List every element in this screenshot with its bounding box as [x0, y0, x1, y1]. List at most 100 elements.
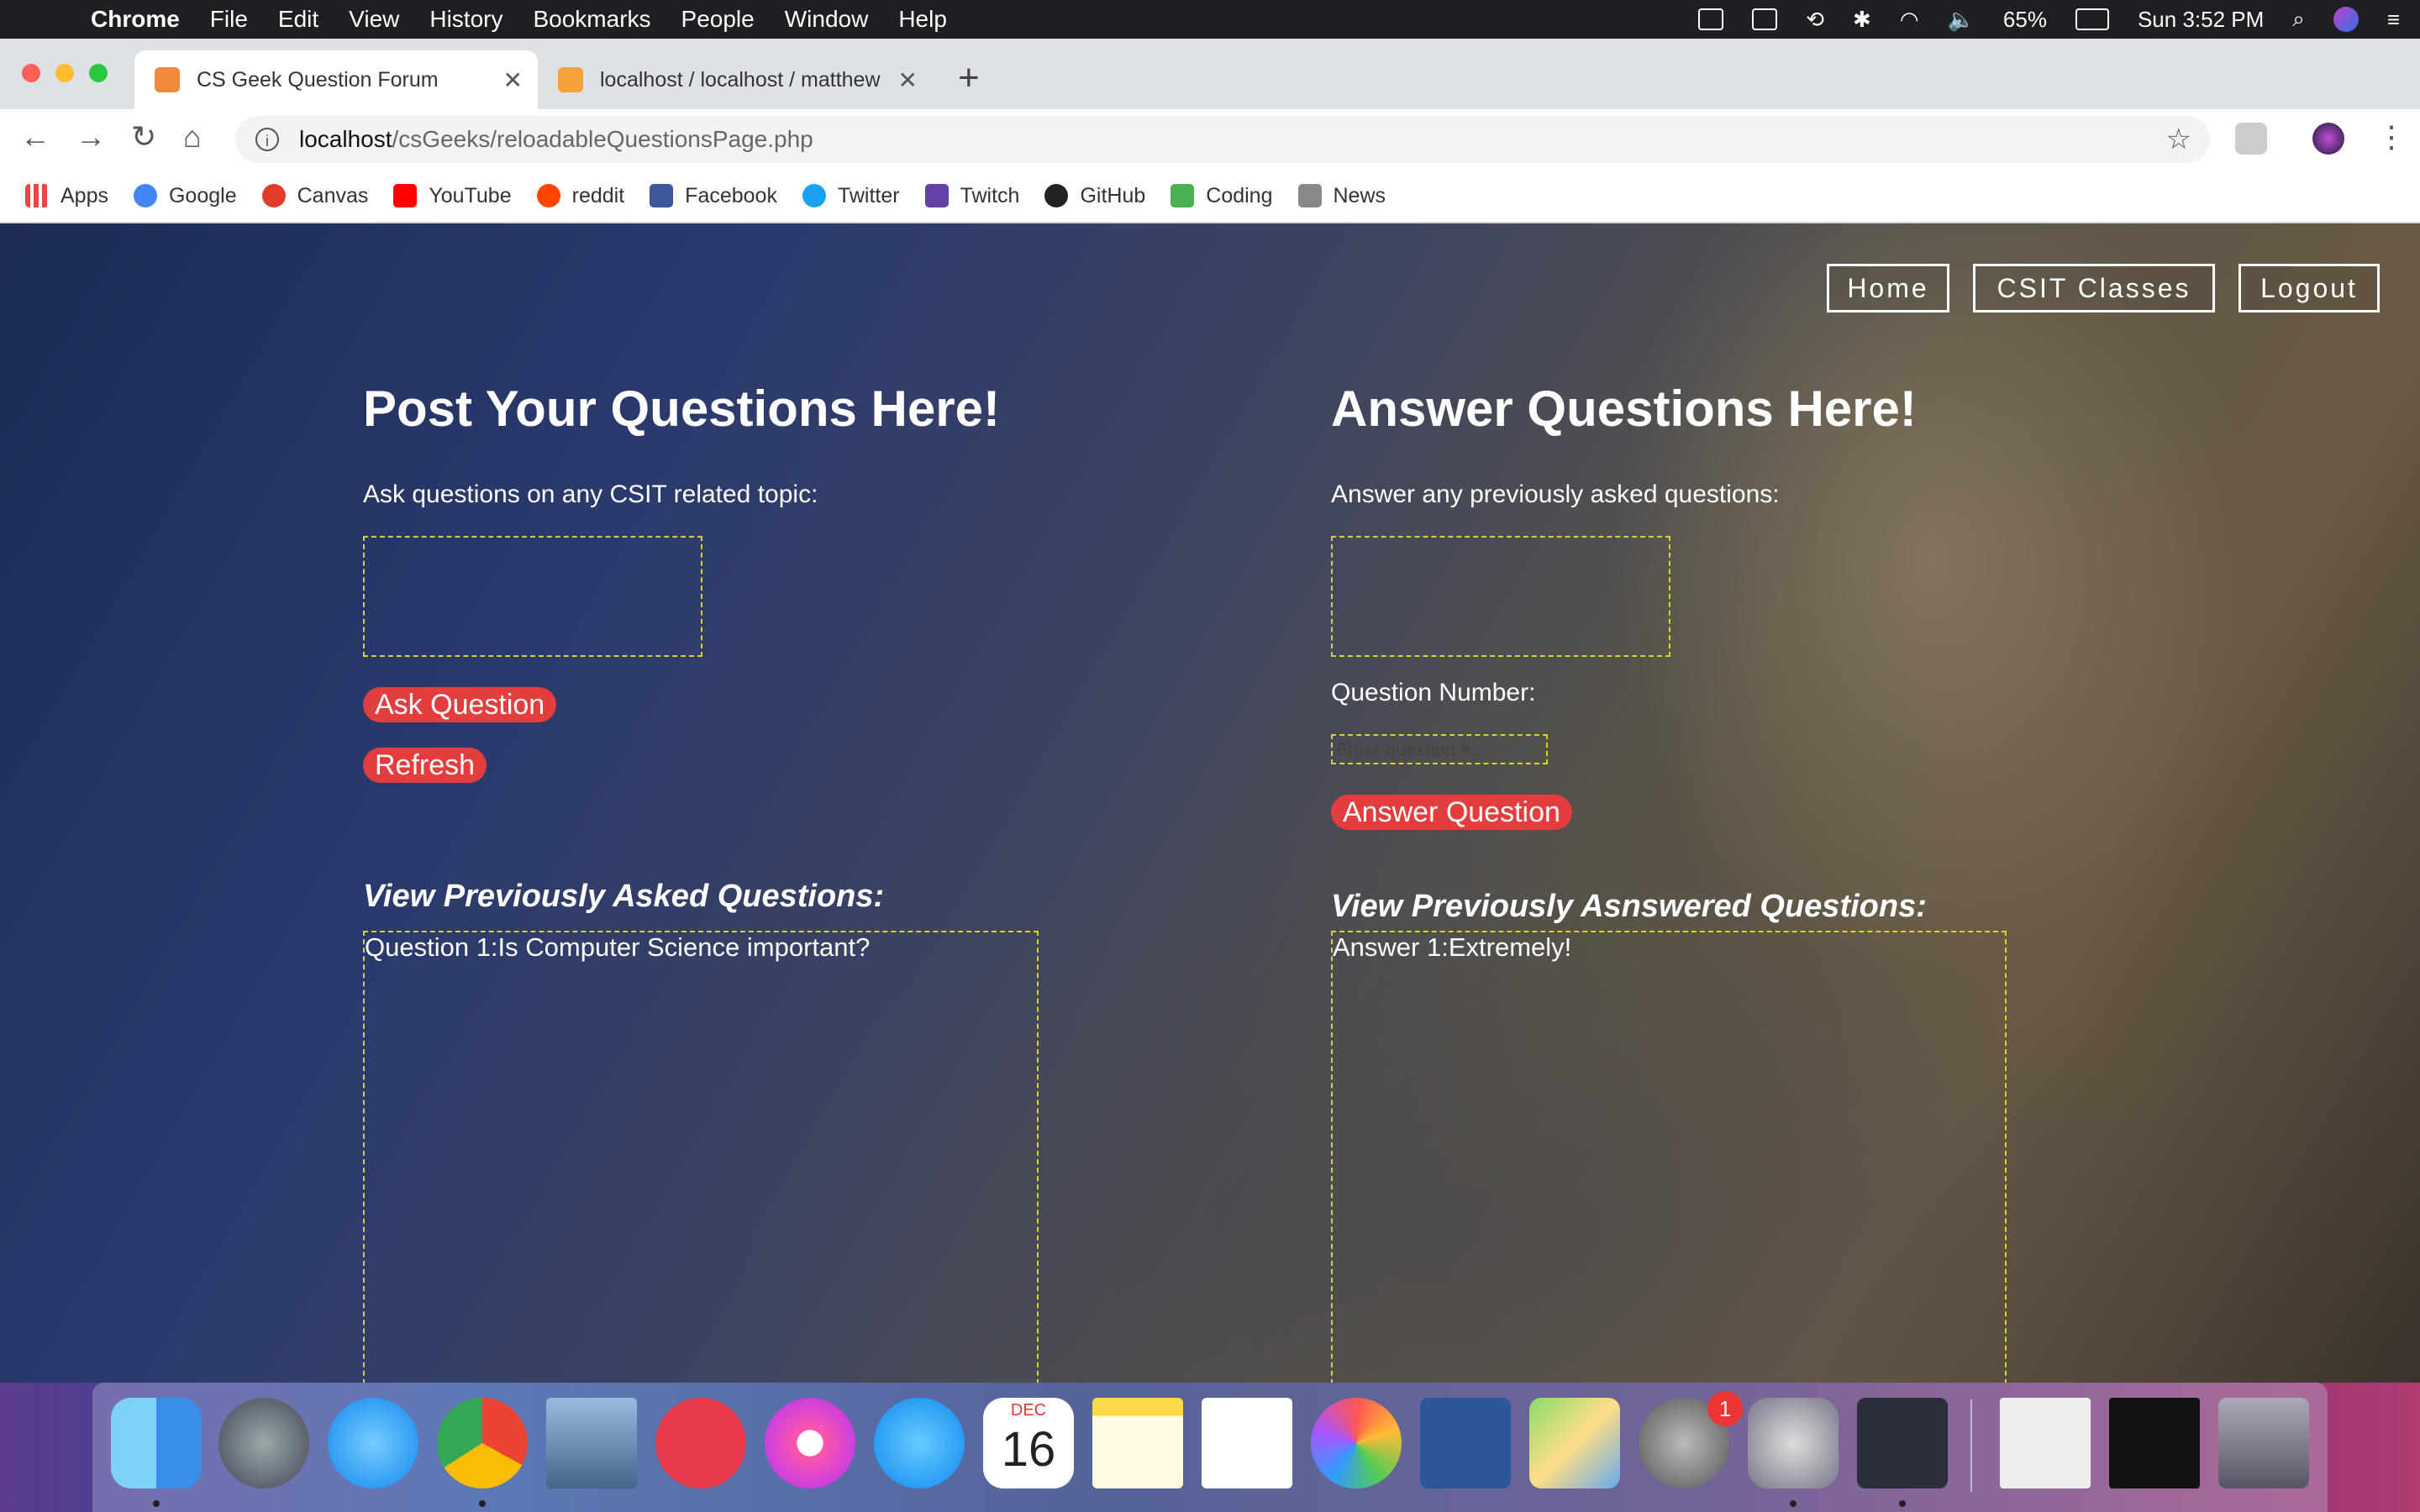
menu-app-chrome[interactable]: Chrome: [91, 6, 180, 33]
menu-file[interactable]: File: [210, 6, 248, 33]
xampp-favicon-icon: [155, 67, 180, 92]
airplay-icon[interactable]: [1752, 8, 1778, 30]
bookmark-canvas[interactable]: Canvas: [261, 184, 368, 208]
running-indicator: [1790, 1500, 1797, 1507]
finder-icon[interactable]: [111, 1398, 202, 1488]
menu-bookmarks[interactable]: Bookmarks: [533, 6, 650, 33]
clock[interactable]: Sun 3:52 PM: [2138, 7, 2264, 33]
question-number-placeholder: Enter question #...: [1336, 739, 1486, 760]
music-icon[interactable]: [765, 1398, 855, 1488]
bookmark-facebook[interactable]: Facebook: [650, 184, 777, 208]
forward-icon[interactable]: →: [76, 119, 106, 155]
tab-title: localhost / localhost / matthew: [600, 67, 881, 92]
bookmark-reddit[interactable]: reddit: [536, 183, 625, 208]
extension-icon[interactable]: [2235, 123, 2267, 155]
menu-edit[interactable]: Edit: [278, 6, 318, 33]
notification-badge: 1: [1707, 1391, 1743, 1426]
reminders-icon[interactable]: [1202, 1398, 1292, 1488]
nav-csit-classes-button[interactable]: CSIT Classes: [1973, 264, 2215, 312]
maps-icon[interactable]: [1529, 1398, 1620, 1488]
time-machine-icon[interactable]: ⟲: [1806, 7, 1824, 33]
menu-window[interactable]: Window: [785, 6, 869, 33]
calendar-icon[interactable]: DEC 16: [983, 1398, 1074, 1488]
tab-phpmyadmin[interactable]: localhost / localhost / matthew ✕: [538, 50, 933, 109]
nav-logout-button[interactable]: Logout: [2238, 264, 2380, 312]
minimize-window-button[interactable]: [55, 64, 74, 82]
address-bar[interactable]: i localhost/csGeeks/reloadableQuestionsP…: [235, 116, 2210, 163]
reddit-icon: [536, 184, 560, 207]
volume-icon[interactable]: 🔈: [1948, 7, 1975, 33]
profile-avatar[interactable]: [2312, 123, 2344, 155]
mail-stamp-icon[interactable]: [546, 1398, 637, 1488]
bookmark-github[interactable]: GitHub: [1044, 184, 1145, 208]
bookmark-coding[interactable]: Coding: [1171, 184, 1273, 208]
site-info-icon[interactable]: i: [255, 128, 279, 151]
battery-percent[interactable]: 65%: [2003, 7, 2047, 33]
google-icon: [133, 184, 157, 207]
menu-people[interactable]: People: [681, 6, 755, 33]
bluetooth-icon[interactable]: ✱: [1853, 7, 1871, 33]
bookmark-twitch[interactable]: Twitch: [924, 184, 1019, 208]
settings-gear-icon[interactable]: [1748, 1398, 1839, 1488]
home-icon[interactable]: ⌂: [183, 119, 202, 155]
asked-questions-box: Question 1:Is Computer Science important…: [363, 931, 1039, 1383]
notification-center-icon[interactable]: ≡: [2387, 7, 2400, 33]
menu-help[interactable]: Help: [898, 6, 947, 33]
folder-icon: [1297, 184, 1322, 207]
tab-close-icon[interactable]: ✕: [503, 66, 523, 94]
chrome-icon[interactable]: [437, 1398, 528, 1488]
notes-icon[interactable]: [1092, 1398, 1183, 1488]
zoom-window-button[interactable]: [89, 64, 108, 82]
answer-textarea[interactable]: [1331, 536, 1670, 657]
news-icon[interactable]: [655, 1398, 746, 1488]
close-window-button[interactable]: [22, 64, 40, 82]
question-number-input[interactable]: Enter question #...: [1331, 734, 1548, 764]
tab-close-icon[interactable]: ✕: [898, 66, 918, 94]
bookmarks-bar: Apps Google Canvas YouTube reddit Facebo…: [0, 170, 2420, 223]
menu-history[interactable]: History: [429, 6, 502, 33]
answer-heading: Answer Questions Here!: [1331, 381, 1917, 437]
tab-strip: CS Geek Question Forum ✕ localhost / loc…: [0, 39, 2420, 109]
messages-icon[interactable]: [328, 1398, 418, 1488]
back-icon[interactable]: ←: [20, 119, 50, 155]
ask-prompt: Ask questions on any CSIT related topic:: [363, 480, 818, 508]
tab-cs-geek[interactable]: CS Geek Question Forum ✕: [134, 50, 538, 109]
coding-icon: [1171, 184, 1195, 207]
html5-icon[interactable]: [1698, 8, 1724, 30]
terminal-thumbnail-icon[interactable]: [2109, 1398, 2200, 1488]
app-store-icon[interactable]: [874, 1398, 965, 1488]
siri-icon[interactable]: [2333, 7, 2359, 32]
asked-questions-heading: View Previously Asked Questions:: [363, 879, 885, 914]
new-tab-icon[interactable]: +: [958, 57, 980, 99]
bookmark-apps[interactable]: Apps: [25, 184, 108, 208]
wifi-icon[interactable]: ◠: [1900, 7, 1919, 33]
menu-kebab-icon[interactable]: ⋮: [2376, 119, 2407, 155]
photos-icon[interactable]: [1311, 1398, 1402, 1488]
reload-icon[interactable]: ↻: [131, 119, 156, 155]
spotlight-icon[interactable]: ⌕: [2292, 6, 2305, 33]
twitter-icon: [802, 184, 826, 207]
screenshot-thumbnail-icon[interactable]: [2000, 1398, 2091, 1488]
menu-view[interactable]: View: [349, 6, 399, 33]
answer-question-button[interactable]: Answer Question: [1331, 795, 1572, 830]
browser-toolbar: ← → ↻ ⌂ i localhost/csGeeks/reloadableQu…: [0, 109, 2420, 170]
calendar-month: DEC: [1010, 1401, 1047, 1420]
launchpad-icon[interactable]: [218, 1398, 309, 1488]
refresh-button[interactable]: Refresh: [363, 748, 487, 783]
bookmark-youtube[interactable]: YouTube: [393, 184, 512, 208]
bookmark-news[interactable]: News: [1297, 184, 1386, 208]
battery-icon[interactable]: [2075, 8, 2109, 30]
word-icon[interactable]: [1420, 1398, 1511, 1488]
question-textarea[interactable]: [363, 536, 702, 657]
bookmark-label: reddit: [571, 183, 625, 207]
bookmark-google[interactable]: Google: [133, 184, 237, 208]
answer-item: Answer 1:Extremely!: [1333, 932, 1572, 962]
trash-icon[interactable]: [2218, 1398, 2309, 1488]
bookmark-twitter[interactable]: Twitter: [802, 184, 900, 208]
github-icon: [1044, 184, 1069, 207]
ask-question-button[interactable]: Ask Question: [363, 687, 557, 722]
bookmark-star-icon[interactable]: ☆: [2166, 123, 2191, 156]
dock-divider: [1970, 1399, 1972, 1492]
nav-home-button[interactable]: Home: [1827, 264, 1949, 312]
vscode-icon[interactable]: [1857, 1398, 1948, 1488]
